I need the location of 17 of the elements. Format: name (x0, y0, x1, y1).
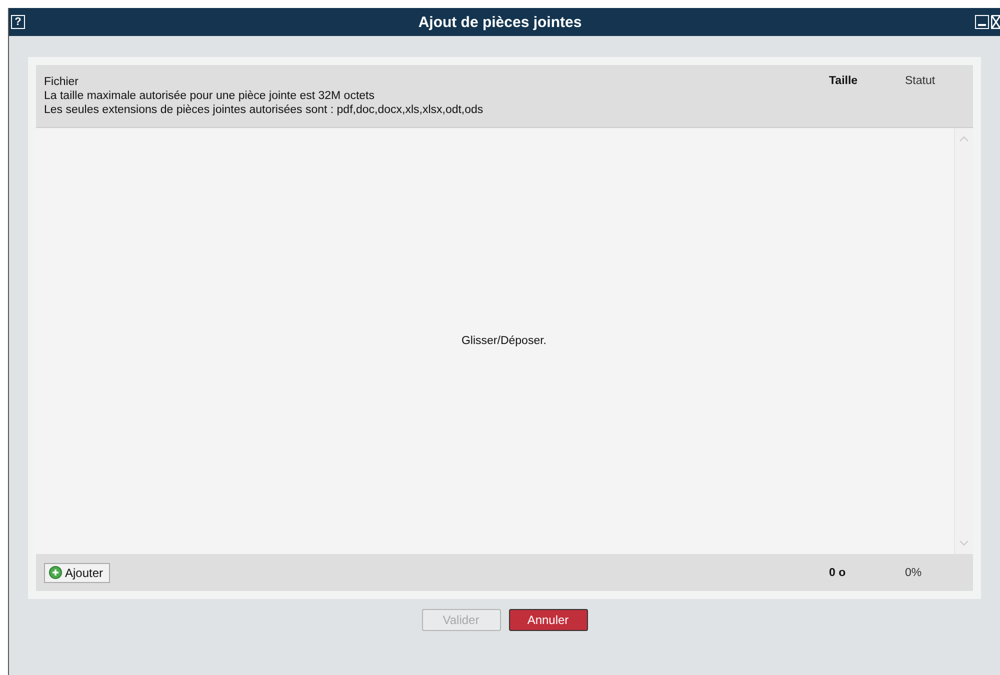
window-title: Ajout de pièces jointes (417, 14, 583, 30)
close-icon[interactable] (991, 15, 1000, 29)
add-button[interactable]: Ajouter (44, 562, 110, 582)
total-status: 0% (905, 566, 923, 578)
cancel-button[interactable]: Annuler (508, 609, 588, 631)
scroll-down-icon[interactable] (959, 540, 969, 546)
upload-note: Les seules extensions de pièces jointes autorisées sont : pdf,doc,docx,xls,xlsx,odt,ods (44, 103, 484, 117)
plus-icon (49, 566, 62, 579)
scroll-up-icon[interactable] (959, 136, 969, 142)
column-header: Taille (829, 74, 859, 89)
column-header: Fichier (44, 75, 80, 89)
drop-hint: Glisser/Déposer. (461, 335, 546, 347)
minimize-icon[interactable] (975, 15, 989, 29)
column-header: Statut (905, 74, 936, 89)
help-button[interactable]: ? (11, 15, 25, 29)
upload-note: La taille maximale autorisée pour une pièce jointe est 32M octets (44, 89, 376, 103)
total-size: 0 o (829, 566, 847, 578)
